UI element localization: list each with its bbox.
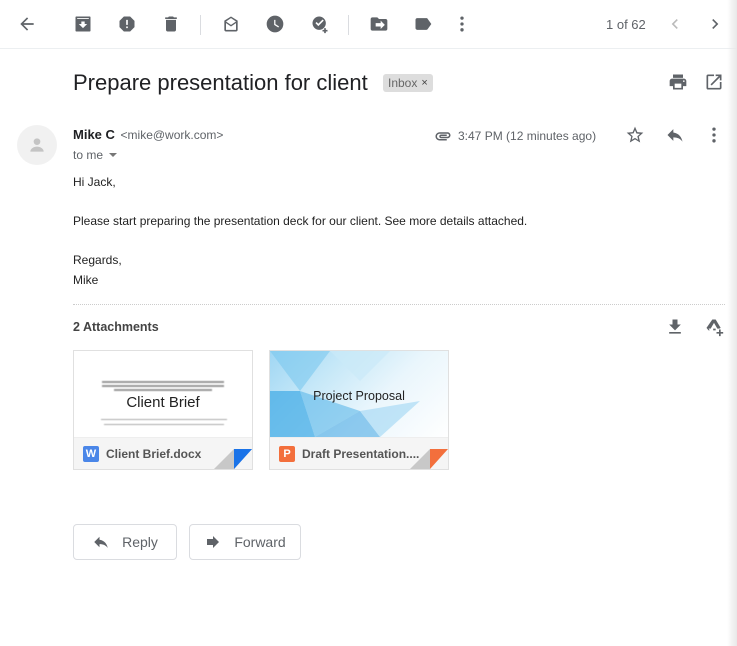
download-all-button[interactable] (665, 317, 687, 339)
reply-label: Reply (122, 534, 158, 550)
toolbar-divider (348, 15, 349, 35)
open-in-new-icon (706, 74, 722, 90)
label-icon (415, 18, 432, 30)
more-vert-icon (460, 16, 464, 32)
back-button[interactable] (15, 12, 39, 36)
delete-button[interactable] (159, 12, 183, 36)
inbox-label-chip[interactable]: Inbox × (383, 74, 433, 92)
spam-icon (119, 16, 135, 32)
newer-button[interactable] (663, 12, 687, 36)
caret-down-icon (109, 153, 118, 157)
mark-unread-icon (224, 16, 238, 32)
add-task-icon (312, 16, 328, 34)
label-text: Inbox (388, 76, 418, 90)
forward-label: Forward (234, 534, 286, 550)
message-more-button[interactable] (703, 124, 725, 146)
recipient-details-toggle[interactable]: to me (73, 148, 118, 162)
older-button[interactable] (703, 12, 727, 36)
pagination-text: 1 of 62 (606, 17, 646, 32)
word-file-icon: W (83, 446, 99, 462)
archive-icon (75, 16, 91, 32)
scroll-edge-shadow (727, 0, 737, 646)
email-subject: Prepare presentation for client (73, 70, 368, 95)
sender-email: <mike@work.com> (120, 128, 224, 142)
forward-icon (207, 536, 220, 548)
body-greeting: Hi Jack, (73, 175, 116, 189)
person-icon (30, 138, 44, 152)
sender-info: Mike C <mike@work.com> (73, 127, 223, 142)
more-vert-icon (712, 127, 716, 143)
powerpoint-file-icon: P (279, 446, 295, 462)
body-signature: Mike (73, 273, 99, 287)
report-spam-button[interactable] (115, 12, 139, 36)
mark-unread-button[interactable] (219, 12, 243, 36)
body-paragraph: Please start preparing the presentation … (73, 214, 528, 228)
attachments-title: 2 Attachments (73, 320, 159, 334)
chevron-right-icon (712, 19, 719, 29)
toolbar: 1 of 62 (0, 0, 737, 49)
more-options-button[interactable] (450, 12, 474, 36)
move-to-icon (370, 17, 388, 31)
timestamp: 3:47 PM (12 minutes ago) (458, 129, 597, 143)
attachment-preview: Project Proposal (270, 351, 448, 437)
attachments-divider (73, 304, 725, 305)
toolbar-divider (200, 15, 201, 35)
add-to-drive-icon (706, 319, 724, 337)
recipient-text: to me (73, 148, 104, 162)
reply-icon (667, 129, 683, 142)
add-to-tasks-button[interactable] (308, 12, 332, 36)
sender-name[interactable]: Mike C (73, 127, 115, 142)
archive-button[interactable] (71, 12, 95, 36)
body-closing: Regards, (73, 253, 122, 267)
download-icon (669, 319, 681, 334)
powerpoint-corner-icon (410, 449, 448, 469)
attachment-name: Client Brief.docx (106, 447, 202, 461)
attachment-card[interactable]: Client Brief W Client Brief.docx (73, 350, 253, 470)
preview-title: Client Brief (126, 394, 200, 411)
preview-title: Project Proposal (313, 389, 405, 403)
star-outline-icon (626, 126, 644, 143)
print-button[interactable] (668, 72, 690, 94)
forward-action-button[interactable]: Forward (189, 524, 301, 560)
attachment-name: Draft Presentation.... (302, 447, 420, 461)
move-to-button[interactable] (367, 12, 391, 36)
remove-label-icon[interactable]: × (421, 77, 427, 89)
word-corner-icon (214, 449, 252, 469)
labels-button[interactable] (411, 12, 435, 36)
attachment-card[interactable]: Project Proposal P Draft Presentation...… (269, 350, 449, 470)
arrow-back-icon (20, 17, 34, 31)
attachment-icon (435, 132, 451, 141)
sender-avatar[interactable] (17, 125, 57, 165)
reply-icon (94, 536, 108, 548)
save-to-drive-button[interactable] (704, 317, 726, 339)
chevron-left-icon (671, 19, 678, 29)
clock-icon (266, 15, 284, 33)
print-icon (669, 74, 687, 90)
reply-button[interactable] (664, 124, 686, 146)
open-new-window-button[interactable] (704, 72, 726, 94)
reply-action-button[interactable]: Reply (73, 524, 177, 560)
trash-icon (165, 16, 177, 32)
snooze-button[interactable] (263, 12, 287, 36)
star-button[interactable] (624, 124, 646, 146)
attachment-preview: Client Brief (74, 351, 252, 437)
attachment-footer: P Draft Presentation.... (270, 437, 448, 469)
message-meta: 3:47 PM (12 minutes ago) (434, 127, 596, 145)
attachment-footer: W Client Brief.docx (74, 437, 252, 469)
